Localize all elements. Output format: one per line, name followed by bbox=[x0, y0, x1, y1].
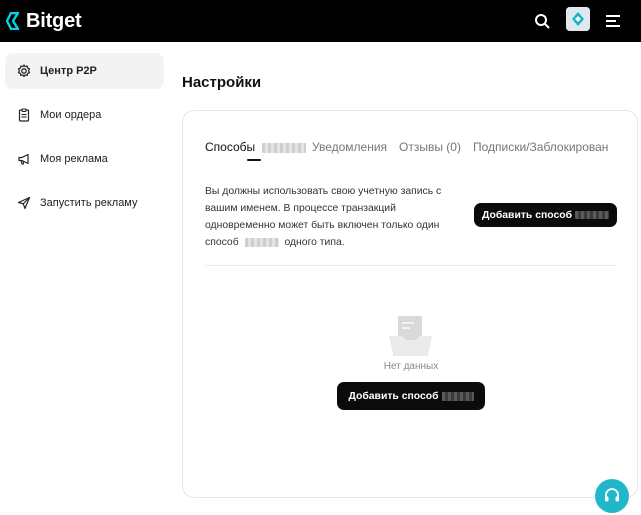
settings-card: Способы Уведомления Отзывы (0) Подписки/… bbox=[182, 110, 638, 498]
menu-button[interactable] bbox=[601, 9, 625, 33]
empty-add-method-button[interactable]: Добавить способ bbox=[337, 382, 485, 410]
bitget-logo-icon bbox=[6, 12, 20, 30]
info-text: Вы должны использовать свою учетную запи… bbox=[205, 183, 465, 251]
search-icon bbox=[535, 14, 550, 29]
tab-subscriptions-blocked[interactable]: Подписки/Заблокирован bbox=[473, 140, 608, 154]
empty-state-text: Нет данных bbox=[383, 361, 439, 372]
sidebar-item-label: Запустить рекламу bbox=[40, 197, 138, 209]
megaphone-icon bbox=[17, 152, 31, 166]
avatar-image-icon bbox=[566, 7, 590, 31]
button-label: Добавить способ bbox=[481, 209, 573, 221]
top-bar: Bitget bbox=[0, 0, 641, 42]
search-button[interactable] bbox=[530, 9, 554, 33]
redacted-text bbox=[441, 391, 474, 401]
clipboard-icon bbox=[17, 108, 31, 122]
sidebar-item-label: Центр P2P bbox=[40, 65, 97, 77]
sidebar-item-label: Моя реклама bbox=[40, 153, 108, 165]
send-icon bbox=[17, 196, 31, 210]
active-tab-indicator bbox=[247, 159, 261, 161]
hamburger-menu-icon bbox=[606, 15, 620, 27]
info-text-tail: одного типа. bbox=[284, 237, 345, 248]
tab-notifications[interactable]: Уведомления bbox=[312, 140, 387, 154]
redacted-text bbox=[575, 211, 610, 219]
support-chat-button[interactable] bbox=[595, 479, 629, 513]
sidebar-item-launch-ad[interactable]: Запустить рекламу bbox=[5, 185, 164, 221]
avatar[interactable] bbox=[566, 7, 590, 31]
gear-icon bbox=[17, 64, 31, 78]
tab-reviews[interactable]: Отзывы (0) bbox=[399, 140, 461, 154]
sidebar-item-p2p-center[interactable]: Центр P2P bbox=[5, 53, 164, 89]
button-label: Добавить способ bbox=[348, 390, 439, 402]
sidebar: Центр P2P Мои ордера Моя реклама Запусти… bbox=[0, 42, 170, 515]
redacted-text bbox=[261, 142, 306, 153]
divider bbox=[205, 265, 616, 266]
redacted-text bbox=[244, 237, 279, 247]
tab-methods[interactable]: Способы bbox=[205, 140, 306, 154]
add-method-button[interactable]: Добавить способ bbox=[474, 203, 617, 227]
brand-logo[interactable]: Bitget bbox=[6, 8, 82, 34]
brand-name: Bitget bbox=[26, 9, 82, 32]
headset-icon bbox=[605, 488, 619, 502]
sidebar-item-label: Мои ордера bbox=[40, 109, 102, 121]
sidebar-item-my-ads[interactable]: Моя реклама bbox=[5, 141, 164, 177]
empty-folder-icon bbox=[389, 316, 432, 356]
tab-label: Способы bbox=[205, 140, 256, 154]
page-title: Настройки bbox=[182, 74, 262, 91]
sidebar-item-my-orders[interactable]: Мои ордера bbox=[5, 97, 164, 133]
